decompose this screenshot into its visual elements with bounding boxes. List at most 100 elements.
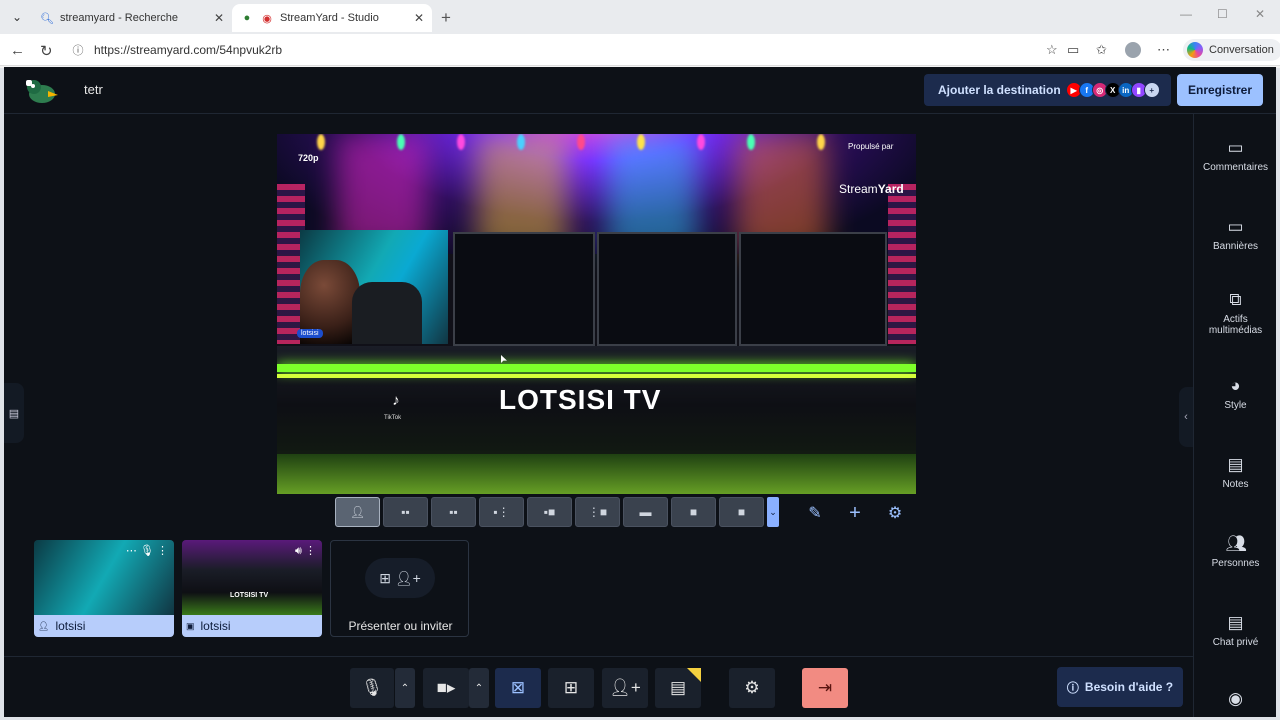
stage-desk bbox=[277, 346, 916, 494]
record-button[interactable]: Enregistrer bbox=[1177, 74, 1263, 106]
studio-header: tetr Ajouter la destination ▶ f ◎ X in ▮… bbox=[4, 67, 1276, 114]
present-button[interactable]: ⊞ bbox=[548, 668, 594, 708]
maximize-icon[interactable]: ☐ bbox=[1217, 7, 1228, 21]
layout-stack-button[interactable]: ▪⋮ bbox=[479, 497, 524, 527]
invite-button[interactable]: 👤︎+ bbox=[602, 668, 648, 708]
chat-icon: ▤ bbox=[1227, 613, 1244, 632]
gear-icon: ⚙ bbox=[744, 678, 760, 697]
layout-solo-button[interactable]: 👤︎ bbox=[335, 497, 380, 527]
microphone-options-icon[interactable]: ⌃ bbox=[395, 668, 415, 708]
tab-studio[interactable]: ● ◉ StreamYard - Studio ✕ bbox=[232, 4, 432, 32]
microphone-button[interactable]: 🎙︎ bbox=[350, 668, 394, 708]
streamyard-icon: ● bbox=[243, 12, 251, 24]
led-strip bbox=[888, 184, 916, 344]
spotlight bbox=[697, 134, 705, 150]
camera-permission-icon[interactable]: ▭ bbox=[1067, 42, 1079, 58]
present-or-invite-card[interactable]: ⊞ 👤︎+ Présenter ou inviter bbox=[330, 540, 469, 637]
site-info-icon[interactable]: ⓘ bbox=[70, 42, 86, 58]
favorites-icon[interactable]: ✩ bbox=[1096, 42, 1107, 58]
sidebar-item-label: Style bbox=[1224, 400, 1247, 411]
control-bar: 🎙︎ ⌃ ■▸ ⌃ ⊠ ⊞ 👤︎+ ▤ ⚙ ⇥ ⓘ Besoin d'aide ? bbox=[4, 656, 1193, 717]
minimize-icon[interactable]: — bbox=[1180, 7, 1192, 21]
profile-avatar[interactable] bbox=[1125, 42, 1141, 58]
sidebar-item-label: Commentaires bbox=[1202, 162, 1269, 173]
notes-button[interactable]: ▤ bbox=[655, 668, 701, 708]
favorite-star-icon[interactable]: ☆ bbox=[1046, 42, 1058, 58]
layout-cinema-button[interactable]: ■ bbox=[671, 497, 716, 527]
settings-button[interactable]: ⚙ bbox=[729, 668, 775, 708]
people-icon: 👥︎ bbox=[1225, 534, 1248, 553]
participant-thumbnail[interactable]: ⋯ 🎙︎ ⋮ 👤︎ lotsisi bbox=[34, 540, 174, 637]
sidebar-item-style[interactable]: ◕ Style bbox=[1194, 376, 1277, 411]
layout-settings-gear-icon[interactable]: ⚙ bbox=[881, 499, 909, 527]
sidebar-item-private-chat[interactable]: ▤ Chat privé bbox=[1194, 613, 1277, 648]
reload-icon[interactable]: ↻ bbox=[40, 42, 53, 60]
tiktok-label: TikTok bbox=[384, 415, 402, 421]
tab-search[interactable]: 🔍︎ streamyard - Recherche ✕ bbox=[32, 4, 232, 32]
present-invite-icons: ⊞ 👤︎+ bbox=[365, 558, 435, 598]
url-field[interactable]: ⓘ https://streamyard.com/54npvuk2rb bbox=[62, 38, 1092, 62]
sidebar-item-label: Bannières bbox=[1212, 241, 1259, 252]
layout-screen-left-button[interactable]: ⋮■ bbox=[575, 497, 620, 527]
thumbnail-label: 👤︎ lotsisi bbox=[34, 615, 174, 637]
stop-screen-share-button[interactable]: ⊠ bbox=[495, 668, 541, 708]
studio-name[interactable]: tetr bbox=[84, 82, 103, 97]
sidebar-item-people[interactable]: 👥︎ Personnes bbox=[1194, 534, 1277, 569]
copilot-icon bbox=[1187, 42, 1203, 58]
back-icon[interactable]: ← bbox=[10, 42, 25, 59]
stage-title: LOTSISI TV bbox=[499, 384, 662, 415]
screen-thumbnail[interactable]: LOTSISI TV 🔊︎ ⋮ ▣ lotsisi bbox=[182, 540, 322, 637]
stage-screen bbox=[739, 232, 887, 346]
right-sidebar: ▭ Commentaires ▭ Bannières ⧉ Actifs multimé… bbox=[1193, 114, 1276, 717]
tab-list-button[interactable]: ⌄ bbox=[7, 8, 27, 26]
studio-app: tetr Ajouter la destination ▶ f ◎ X in ▮… bbox=[4, 67, 1276, 717]
new-tab-button[interactable]: + bbox=[441, 8, 451, 28]
sidebar-item-banners[interactable]: ▭ Bannières bbox=[1194, 217, 1277, 252]
neon-line bbox=[277, 364, 916, 372]
add-layout-icon[interactable]: + bbox=[841, 499, 869, 527]
present-screen-icon: ⊞ bbox=[563, 678, 579, 697]
layout-more-dropdown-icon[interactable]: ⌄ bbox=[767, 497, 779, 527]
thumbnail-controls[interactable]: ⋯ 🎙︎ ⋮ bbox=[126, 544, 168, 557]
sidebar-item-notes[interactable]: ▤ Notes bbox=[1194, 455, 1277, 490]
camera-icon: ■▸ bbox=[436, 678, 456, 697]
record-indicator-icon[interactable]: ◉ bbox=[1194, 689, 1277, 713]
layout-side-button[interactable]: ▪■ bbox=[527, 497, 572, 527]
help-button[interactable]: ⓘ Besoin d'aide ? bbox=[1057, 667, 1183, 707]
sidebar-item-media[interactable]: ⧉ Actifs multimédias bbox=[1194, 290, 1277, 336]
layout-screen-full-button[interactable]: ▬ bbox=[623, 497, 668, 527]
close-window-icon[interactable]: ✕ bbox=[1255, 7, 1265, 21]
brand-left: Stream bbox=[839, 182, 878, 196]
add-destination-button[interactable]: Ajouter la destination ▶ f ◎ X in ▮ + bbox=[924, 74, 1171, 106]
layout-pip-button[interactable]: ■ bbox=[719, 497, 764, 527]
camera-feed[interactable] bbox=[300, 230, 448, 344]
layout-two-button[interactable]: ▪▪ bbox=[383, 497, 428, 527]
edit-pencil-icon[interactable]: ✎ bbox=[801, 499, 829, 527]
spotlight bbox=[817, 134, 825, 150]
sidebar-item-comments[interactable]: ▭ Commentaires bbox=[1194, 138, 1277, 173]
leave-studio-button[interactable]: ⇥ bbox=[802, 668, 848, 708]
layout-panel-toggle-icon[interactable]: ▤ bbox=[4, 383, 24, 443]
notes-icon: ▤ bbox=[1227, 455, 1244, 474]
sidebar-item-label: Notes bbox=[1222, 479, 1249, 490]
neon-line bbox=[277, 374, 916, 378]
layout-group-button[interactable]: ▪▪ bbox=[431, 497, 476, 527]
destination-icons: ▶ f ◎ X in ▮ + bbox=[1065, 82, 1160, 98]
spotlight bbox=[577, 134, 585, 150]
camera-button[interactable]: ■▸ bbox=[423, 668, 469, 708]
copilot-conversation-button[interactable]: Conversation bbox=[1183, 39, 1280, 61]
sidebar-collapse-icon[interactable]: ‹ bbox=[1179, 387, 1193, 447]
spotlight bbox=[747, 134, 755, 150]
close-tab-icon[interactable]: ✕ bbox=[414, 11, 424, 25]
close-tab-icon[interactable]: ✕ bbox=[214, 11, 224, 25]
notes-icon: ▤ bbox=[669, 678, 687, 697]
stage-screen bbox=[453, 232, 595, 346]
stage-floor bbox=[277, 454, 916, 494]
more-menu-icon[interactable]: ⋯ bbox=[1157, 42, 1170, 58]
thumbnail-name: lotsisi bbox=[55, 619, 86, 633]
browser-chrome: ⌄ 🔍︎ streamyard - Recherche ✕ ● ◉ Stream… bbox=[0, 0, 1280, 68]
camera-options-icon[interactable]: ⌃ bbox=[469, 668, 489, 708]
screen-close-icon: ⊠ bbox=[510, 678, 526, 697]
thumbnail-controls[interactable]: 🔊︎ ⋮ bbox=[295, 544, 316, 558]
layout-selector: 👤︎ ▪▪ ▪▪ ▪⋮ ▪■ ⋮■ ▬ ■ ■ ⌄ bbox=[335, 497, 779, 527]
